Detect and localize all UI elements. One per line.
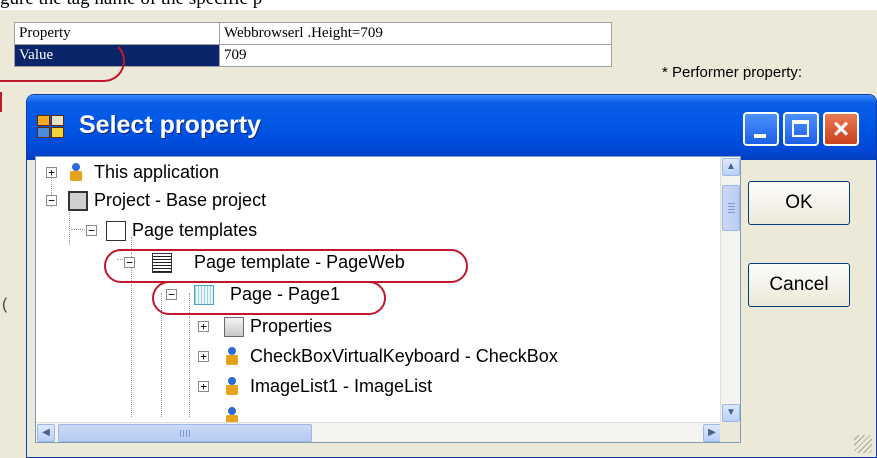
expand-icon[interactable]: + <box>198 321 209 332</box>
select-property-dialog: Select property × + This application − P… <box>26 94 877 458</box>
maximize-button[interactable] <box>783 112 819 146</box>
ok-button[interactable]: OK <box>748 181 850 225</box>
wizard-icon <box>224 377 244 397</box>
red-annotation-arc <box>0 40 125 82</box>
project-icon <box>68 191 88 211</box>
horizontal-scroll-thumb[interactable] <box>58 424 312 442</box>
scrollbar-corner <box>720 422 740 442</box>
page-icon <box>106 221 126 241</box>
expand-icon[interactable]: + <box>198 381 209 392</box>
tree-node-label: Project - Base project <box>94 190 267 210</box>
close-button[interactable]: × <box>823 112 859 146</box>
tree-node-label: ImageList1 - ImageList <box>250 376 433 396</box>
vertical-scroll-thumb[interactable] <box>722 185 740 231</box>
scroll-left-icon[interactable]: ◀ <box>37 424 55 442</box>
dialog-titlebar[interactable]: Select property × <box>27 95 876 160</box>
background-fragment-glyph: ( <box>2 296 8 313</box>
properties-icon <box>224 317 244 337</box>
resize-grip-icon[interactable] <box>854 435 872 453</box>
red-highlight-oval <box>104 249 468 283</box>
collapse-icon[interactable]: − <box>46 195 57 206</box>
expand-icon[interactable]: + <box>198 351 209 362</box>
tree-node-label: Page templates <box>132 220 258 240</box>
value-value-cell: 709 <box>219 44 612 67</box>
tree-node-label: This application <box>94 162 220 182</box>
collapse-icon[interactable]: − <box>86 225 97 236</box>
dialog-title: Select property <box>79 111 262 139</box>
property-value-cell: Webbrowserl .Height=709 <box>219 22 612 45</box>
minimize-button[interactable] <box>743 112 779 146</box>
red-annotation-line <box>0 92 2 112</box>
cancel-button[interactable]: Cancel <box>748 263 850 307</box>
page-caption: gure the tag name of the specific p <box>0 0 877 10</box>
scroll-up-icon[interactable]: ▲ <box>722 158 740 176</box>
red-highlight-oval <box>152 281 386 315</box>
app-window-icon <box>37 115 67 141</box>
close-icon: × <box>832 113 850 144</box>
performer-property-note: * Performer property: <box>662 64 803 81</box>
vertical-scrollbar[interactable]: ▲ ▼ <box>720 157 740 423</box>
scroll-right-icon[interactable]: ▶ <box>703 424 721 442</box>
horizontal-scrollbar[interactable]: ◀ ▶ <box>36 422 722 442</box>
maximize-icon <box>792 120 809 137</box>
wizard-icon <box>68 163 88 183</box>
property-tree-view[interactable]: + This application − Project - Base proj… <box>35 156 741 443</box>
wizard-icon <box>224 347 244 367</box>
minimize-icon <box>754 134 766 138</box>
scroll-down-icon[interactable]: ▼ <box>722 404 740 422</box>
expand-icon[interactable]: + <box>46 167 57 178</box>
tree-node-label: CheckBoxVirtualKeyboard - CheckBox <box>250 346 558 366</box>
tree-node-label: Properties <box>250 316 333 336</box>
